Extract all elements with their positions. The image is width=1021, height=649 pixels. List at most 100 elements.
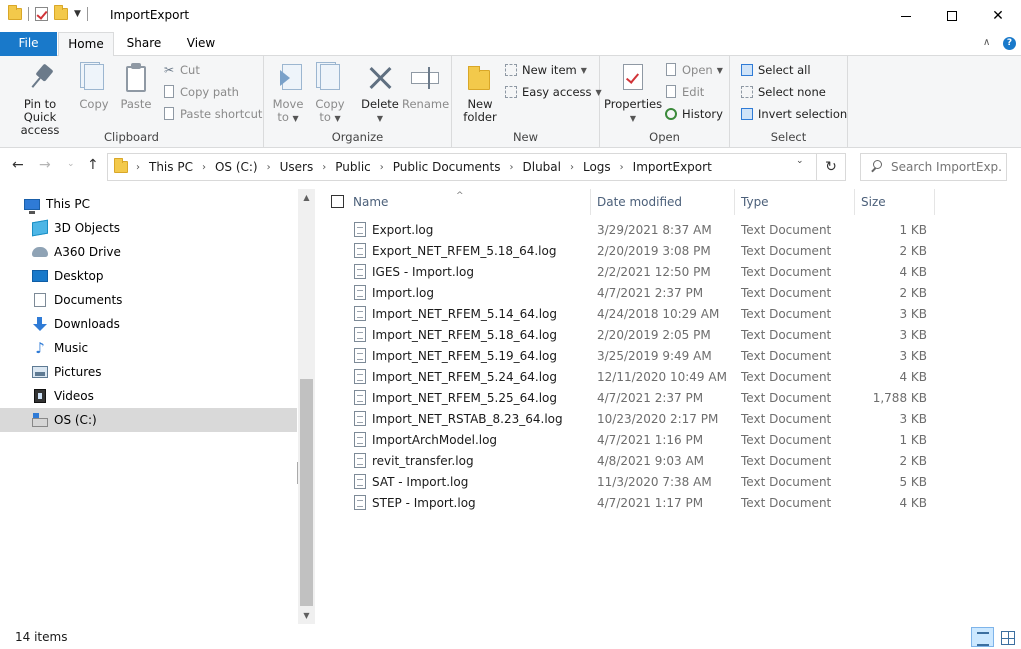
- text-document-icon: [354, 264, 366, 279]
- refresh-button[interactable]: ↻: [817, 153, 846, 181]
- file-size: 5 KB: [860, 475, 927, 489]
- breadcrumb-chevron-icon[interactable]: ›: [570, 162, 574, 173]
- recent-locations-chevron-icon[interactable]: ⌄: [67, 159, 75, 169]
- table-row[interactable]: ImportArchModel.log4/7/2021 1:16 PMText …: [320, 429, 940, 450]
- search-input[interactable]: [891, 160, 1001, 174]
- scrollbar-thumb[interactable]: [300, 379, 313, 606]
- tab-home[interactable]: Home: [58, 32, 114, 57]
- breadcrumb-chevron-icon[interactable]: ›: [380, 162, 384, 173]
- nav-item-this-pc[interactable]: This PC: [0, 192, 297, 216]
- large-icons-view-button[interactable]: [997, 627, 1017, 647]
- customize-toolbar-chevron-icon[interactable]: ▼: [74, 9, 81, 19]
- close-button[interactable]: ✕: [975, 0, 1021, 32]
- name-column-header[interactable]: ^ Name: [320, 189, 591, 215]
- help-icon[interactable]: ?: [1003, 37, 1016, 50]
- breadcrumb-logs[interactable]: Logs: [583, 160, 611, 174]
- breadcrumb-this-pc[interactable]: This PC: [149, 160, 193, 174]
- nav-item-downloads[interactable]: Downloads: [0, 312, 297, 336]
- breadcrumb-importexport[interactable]: ImportExport: [633, 160, 712, 174]
- select-all-button[interactable]: Select all: [740, 61, 811, 79]
- nav-item-documents[interactable]: Documents: [0, 288, 297, 312]
- tab-share[interactable]: Share: [118, 32, 170, 56]
- table-row[interactable]: STEP - Import.log4/7/2021 1:17 PMText Do…: [320, 492, 940, 513]
- table-row[interactable]: Import_NET_RFEM_5.25_64.log4/7/2021 2:37…: [320, 387, 940, 408]
- nav-item-3d-objects[interactable]: 3D Objects: [0, 216, 297, 240]
- table-row[interactable]: Export.log3/29/2021 8:37 AMText Document…: [320, 219, 940, 240]
- breadcrumb-chevron-icon[interactable]: ›: [136, 162, 140, 173]
- rename-button[interactable]: Rename: [402, 62, 448, 111]
- table-row[interactable]: Import_NET_RFEM_5.18_64.log2/20/2019 2:0…: [320, 324, 940, 345]
- table-row[interactable]: Import_NET_RFEM_5.19_64.log3/25/2019 9:4…: [320, 345, 940, 366]
- table-row[interactable]: Import_NET_RFEM_5.24_64.log12/11/2020 10…: [320, 366, 940, 387]
- properties-button[interactable]: Properties ▼: [604, 62, 662, 125]
- file-size: 4 KB: [860, 265, 927, 279]
- breadcrumb-chevron-icon[interactable]: ›: [322, 162, 326, 173]
- search-box[interactable]: [860, 153, 1007, 181]
- breadcrumb-chevron-icon[interactable]: ›: [202, 162, 206, 173]
- maximize-button[interactable]: [929, 0, 975, 32]
- minimize-button[interactable]: [883, 0, 929, 32]
- up-arrow-icon[interactable]: ↑: [87, 157, 99, 173]
- copy-button[interactable]: Copy: [76, 62, 112, 111]
- select-group: Select all Select none Invert selection …: [730, 56, 848, 148]
- new-folder-quick-icon[interactable]: [54, 8, 68, 20]
- scroll-down-arrow-icon[interactable]: ▼: [298, 607, 315, 624]
- breadcrumb-chevron-icon[interactable]: ›: [510, 162, 514, 173]
- table-row[interactable]: IGES - Import.log2/2/2021 12:50 PMText D…: [320, 261, 940, 282]
- nav-item-pictures[interactable]: Pictures: [0, 360, 297, 384]
- breadcrumb-chevron-icon[interactable]: ›: [267, 162, 271, 173]
- breadcrumb-dlubal[interactable]: Dlubal: [523, 160, 561, 174]
- open-button[interactable]: Open ▼: [664, 61, 723, 79]
- copy-path-button[interactable]: Copy path: [162, 83, 239, 101]
- new-item-button[interactable]: New item ▼: [504, 61, 587, 79]
- nav-pane-scrollbar[interactable]: ▲ ▼: [298, 189, 315, 624]
- details-view-button[interactable]: [971, 627, 994, 647]
- address-history-chevron-down-icon[interactable]: ⌄: [796, 156, 804, 166]
- tab-file[interactable]: File: [0, 32, 57, 56]
- table-row[interactable]: Import_NET_RFEM_5.14_64.log4/24/2018 10:…: [320, 303, 940, 324]
- address-bar[interactable]: › This PC › OS (C:) › Users › Public › P…: [107, 153, 817, 181]
- table-row[interactable]: SAT - Import.log11/3/2020 7:38 AMText Do…: [320, 471, 940, 492]
- breadcrumb-public[interactable]: Public: [335, 160, 371, 174]
- table-row[interactable]: revit_transfer.log4/8/2021 9:03 AMText D…: [320, 450, 940, 471]
- history-button[interactable]: History: [664, 105, 723, 123]
- nav-item-os-c[interactable]: OS (C:): [0, 408, 297, 432]
- copy-to-chevron-down-icon: ▼: [335, 114, 341, 123]
- tab-view[interactable]: View: [176, 32, 226, 56]
- table-row[interactable]: Export_NET_RFEM_5.18_64.log2/20/2019 3:0…: [320, 240, 940, 261]
- date-column-header[interactable]: Date modified: [591, 189, 735, 215]
- size-column-header[interactable]: Size: [855, 189, 935, 215]
- paste-button[interactable]: Paste: [118, 62, 154, 111]
- select-none-button[interactable]: Select none: [740, 83, 826, 101]
- nav-item-desktop[interactable]: Desktop: [0, 264, 297, 288]
- paste-shortcut-button[interactable]: Paste shortcut: [162, 105, 262, 123]
- cut-button[interactable]: ✂ Cut: [162, 61, 200, 79]
- easy-access-button[interactable]: Easy access ▼: [504, 83, 602, 101]
- pin-to-quick-access-button[interactable]: Pin to Quick access: [6, 62, 74, 137]
- file-name: Import_NET_RFEM_5.19_64.log: [372, 349, 557, 363]
- breadcrumb-chevron-icon[interactable]: ›: [620, 162, 624, 173]
- select-all-checkbox[interactable]: [331, 195, 344, 208]
- new-item-icon: [504, 63, 518, 77]
- edit-button[interactable]: Edit: [664, 83, 704, 101]
- scroll-up-arrow-icon[interactable]: ▲: [298, 189, 315, 206]
- ribbon-collapse-chevron-icon[interactable]: ∧: [983, 37, 990, 48]
- properties-quick-icon[interactable]: [35, 7, 48, 21]
- move-to-button[interactable]: Move to ▼: [270, 62, 306, 125]
- back-arrow-icon[interactable]: ←: [12, 157, 24, 173]
- forward-arrow-icon[interactable]: →: [39, 157, 51, 173]
- nav-item-a360-drive[interactable]: A360 Drive: [0, 240, 297, 264]
- copy-to-button[interactable]: Copy to ▼: [312, 62, 348, 125]
- table-row[interactable]: Import.log4/7/2021 2:37 PMText Document2…: [320, 282, 940, 303]
- breadcrumb-public-documents[interactable]: Public Documents: [393, 160, 501, 174]
- delete-button[interactable]: Delete ▼: [358, 62, 402, 125]
- nav-item-videos[interactable]: Videos: [0, 384, 297, 408]
- search-icon: [869, 160, 883, 174]
- new-folder-button[interactable]: New folder: [460, 62, 500, 124]
- type-column-header[interactable]: Type: [735, 189, 855, 215]
- table-row[interactable]: Import_NET_RSTAB_8.23_64.log10/23/2020 2…: [320, 408, 940, 429]
- breadcrumb-users[interactable]: Users: [280, 160, 314, 174]
- nav-item-music[interactable]: ♪ Music: [0, 336, 297, 360]
- breadcrumb-os-c[interactable]: OS (C:): [215, 160, 258, 174]
- invert-selection-button[interactable]: Invert selection: [740, 105, 847, 123]
